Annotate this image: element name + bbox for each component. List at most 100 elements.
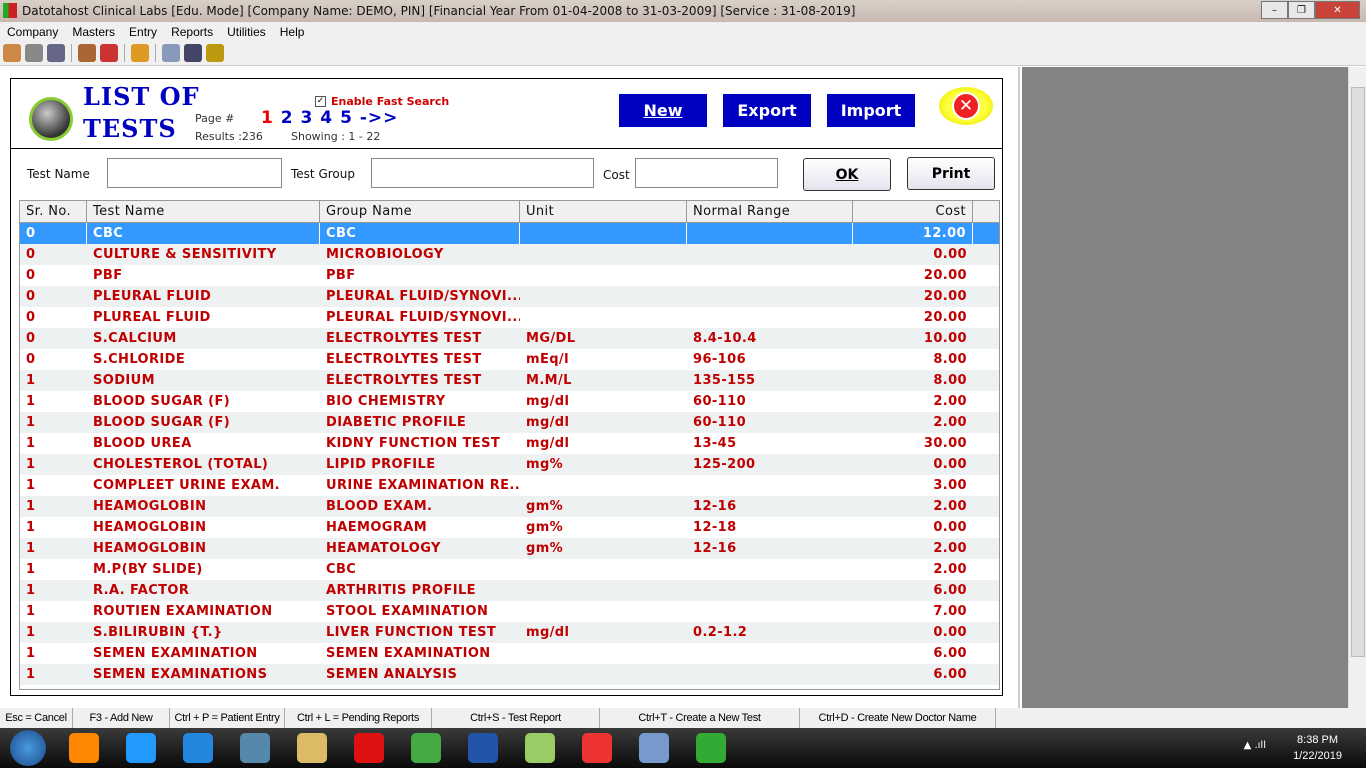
print-label: Print [931, 165, 971, 182]
toolbar-separator [124, 44, 125, 62]
print-button[interactable]: Print [907, 157, 995, 190]
table-row[interactable]: 1 SEMEN EXAMINATION SEMEN EXAMINATION 6.00 [20, 643, 999, 664]
table-row[interactable]: 1 M.P(BY SLIDE) CBC 2.00 [20, 559, 999, 580]
table-row[interactable]: 1 R.A. FACTOR ARTHRITIS PROFILE 6.00 [20, 580, 999, 601]
table-row[interactable]: 0 PLUREAL FLUID PLEURAL FLUID/SYNOVI... 20.… [20, 307, 999, 328]
cost-label: Cost [603, 168, 630, 182]
cell: gm% [526, 520, 564, 535]
table-row[interactable]: 1 BLOOD UREA KIDNY FUNCTION TEST mg/dl 13-45… [20, 433, 999, 454]
column-header[interactable]: Normal Range [687, 201, 853, 222]
cell: mg/dl [526, 415, 570, 430]
cell: 1 [26, 667, 36, 682]
cell: ELECTROLYTES TEST [326, 331, 482, 346]
column-header[interactable]: Cost [853, 201, 973, 222]
column-header[interactable]: Unit [520, 201, 687, 222]
taskbar-control-panel[interactable] [231, 729, 279, 767]
test-name-input[interactable] [107, 158, 282, 188]
next-pages-link[interactable]: ->> [360, 108, 399, 128]
taskbar-internet-explorer[interactable] [174, 729, 222, 767]
table-row[interactable]: 0 S.CALCIUM ELECTROLYTES TEST MG/DL 8.4-10.4… [20, 328, 999, 349]
fast-search-toggle[interactable]: ✓ Enable Fast Search [315, 95, 449, 108]
install-icon[interactable] [47, 44, 65, 62]
cell: mEq/l [526, 352, 569, 367]
table-row[interactable]: 0 CULTURE & SENSITIVITY MICROBIOLOGY 0.00 [20, 244, 999, 265]
books-icon[interactable] [206, 44, 224, 62]
table-row[interactable]: 1 ROUTIEN EXAMINATION STOOL EXAMINATION 7.0… [20, 601, 999, 622]
table-row[interactable]: 1 BLOOD SUGAR (F) DIABETIC PROFILE mg/dl 60-… [20, 412, 999, 433]
import-button[interactable]: Import [827, 94, 915, 127]
tests-table: Sr. No. Test Name Group Name Unit Normal Ran… [19, 200, 1000, 690]
tools-icon[interactable] [100, 44, 118, 62]
cell: 8.00 [933, 373, 967, 388]
cell: BLOOD SUGAR (F) [93, 415, 231, 430]
export-button[interactable]: Export [723, 94, 811, 127]
table-row[interactable]: 1 SEMEN EXAMINATIONS SEMEN ANALYSIS 6.00 [20, 664, 999, 685]
paint-icon [639, 733, 669, 763]
table-row[interactable]: 1 CHOLESTEROL (TOTAL) LIPID PROFILE mg% 125-… [20, 454, 999, 475]
cell: CBC [320, 223, 520, 244]
menu-utilities[interactable]: Utilities [220, 25, 273, 39]
page-link-2[interactable]: 2 [281, 108, 294, 128]
table-row[interactable]: 1 BLOOD SUGAR (F) BIO CHEMISTRY mg/dl 60-110… [20, 391, 999, 412]
taskbar-chrome[interactable] [402, 729, 450, 767]
new-button[interactable]: New [619, 94, 707, 127]
menu-entry[interactable]: Entry [122, 25, 164, 39]
page-link-4[interactable]: 4 [320, 108, 333, 128]
table-row[interactable]: 1 HEAMOGLOBIN BLOOD EXAM. gm% 12-16 2.00 [20, 496, 999, 517]
menu-help[interactable]: Help [273, 25, 312, 39]
cell: CHOLESTEROL (TOTAL) [93, 457, 269, 472]
taskbar-file-explorer[interactable] [288, 729, 336, 767]
taskbar-sticky-notes[interactable] [516, 729, 564, 767]
cell: 125-200 [693, 457, 756, 472]
minimize-button[interactable]: – [1261, 1, 1288, 19]
table-row[interactable]: 0 PLEURAL FLUID PLEURAL FLUID/SYNOVI... 20.… [20, 286, 999, 307]
table-row[interactable]: 1 HEAMOGLOBIN HAEMOGRAM gm% 12-18 0.00 [20, 517, 999, 538]
menu-masters[interactable]: Masters [65, 25, 122, 39]
ok-button[interactable]: OK [803, 158, 891, 191]
scroll-thumb[interactable] [1351, 87, 1365, 657]
start-button[interactable] [10, 730, 46, 766]
close-form-button[interactable]: ✕ [939, 87, 993, 125]
taskbar-vlc[interactable] [60, 729, 108, 767]
vertical-scrollbar[interactable] [1348, 67, 1366, 708]
table-row[interactable]: 1 S.BILIRUBIN {T.} LIVER FUNCTION TEST mg/d… [20, 622, 999, 643]
table-row[interactable]: 0 PBF PBF 20.00 [20, 265, 999, 286]
menu-reports[interactable]: Reports [164, 25, 220, 39]
test-group-input[interactable] [371, 158, 594, 188]
table-row[interactable]: 0 CBC CBC 12.00 [20, 223, 999, 244]
calendar-icon[interactable] [184, 44, 202, 62]
cost-input[interactable] [635, 158, 778, 188]
taskbar-paint[interactable] [630, 729, 678, 767]
checkbox[interactable]: ✓ [315, 96, 326, 107]
page-link-1[interactable]: 1 [261, 108, 274, 128]
shortcut-hint: Ctrl + L = Pending Reports [285, 708, 432, 728]
copy-icon[interactable] [25, 44, 43, 62]
column-header[interactable]: Group Name [320, 201, 520, 222]
calculator-icon[interactable] [162, 44, 180, 62]
table-row[interactable]: 0 S.CHLORIDE ELECTROLYTES TEST mEq/l 96-106 8… [20, 349, 999, 370]
menu-company[interactable]: Company [0, 25, 65, 39]
page-link-3[interactable]: 3 [301, 108, 314, 128]
table-row[interactable]: 1 HEAMOGLOBIN HEAMATOLOGY gm% 12-16 2.00 [20, 538, 999, 559]
users-icon[interactable] [3, 44, 21, 62]
system-tray[interactable]: ▲ .ıll [1244, 740, 1266, 751]
bottles-icon[interactable] [78, 44, 96, 62]
close-window-button[interactable]: ✕ [1315, 1, 1360, 19]
table-row[interactable]: 1 COMPLEET URINE EXAM. URINE EXAMINATION R… [20, 475, 999, 496]
cell: 60-110 [693, 394, 747, 409]
taskbar-opera[interactable] [345, 729, 393, 767]
shapes-icon[interactable] [131, 44, 149, 62]
column-header[interactable]: Test Name [87, 201, 320, 222]
background-area [1022, 67, 1348, 708]
page-link-5[interactable]: 5 [340, 108, 353, 128]
column-header[interactable]: Sr. No. [20, 201, 87, 222]
cell: 1 [26, 415, 36, 430]
taskbar-screenshot[interactable] [117, 729, 165, 767]
cell: M.M/L [526, 373, 572, 388]
table-row[interactable]: 1 SODIUM ELECTROLYTES TEST M.M/L 135-155 8.0… [20, 370, 999, 391]
clock[interactable]: 8:38 PM 1/22/2019 [1293, 732, 1342, 764]
maximize-button[interactable]: ❐ [1288, 1, 1315, 19]
taskbar-word[interactable] [459, 729, 507, 767]
taskbar-clinical-labs[interactable] [687, 729, 735, 767]
taskbar-anydesk[interactable] [573, 729, 621, 767]
